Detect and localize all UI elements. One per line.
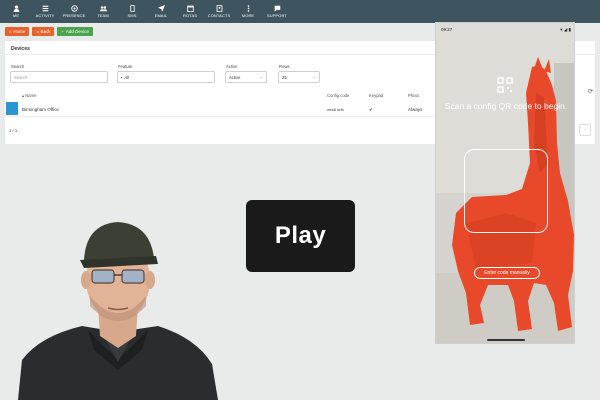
divider [5, 116, 435, 117]
nav-item-more[interactable]: MORE [234, 0, 262, 23]
nav-item-team[interactable]: TEAM [89, 0, 117, 23]
rows-label: Rows [279, 64, 290, 69]
chevron-down-icon: ⌄ [312, 74, 316, 79]
nav-label: ACTIVITY [35, 13, 55, 18]
nav-label: EMAIL [154, 13, 168, 18]
home-icon: ⌂ [9, 29, 12, 34]
back-arrow-icon: ◂ [36, 29, 39, 34]
top-navigation: ME ACTIVITY PRESENCE TEAM SMS EMAIL ROTA… [0, 0, 600, 23]
home-button[interactable]: ⌂ Home [5, 27, 30, 36]
active-select[interactable]: Active ⌄ [225, 71, 267, 83]
nav-item-me[interactable]: ME [2, 0, 30, 23]
filter-icon: ▪ [121, 74, 123, 80]
nav-item-sms[interactable]: SMS [118, 0, 146, 23]
toolbar: ⌂ Home ◂ Back + Add Device [5, 27, 93, 36]
more-icon [247, 5, 249, 12]
email-icon [157, 5, 165, 12]
add-device-button-label: Add Device [65, 29, 89, 34]
nav-label: PRESENCE [62, 13, 86, 18]
scan-frame [464, 149, 548, 233]
nav-item-presence[interactable]: PRESENCE [60, 0, 88, 23]
keypad-check-icon: ✔ [369, 107, 373, 112]
rows-select[interactable]: 25 ⌄ [278, 71, 320, 83]
nav-item-support[interactable]: SUPPORT [263, 0, 291, 23]
search-placeholder: Search [14, 74, 28, 80]
chevron-down-icon: ⌄ [259, 74, 263, 79]
qr-code-icon [497, 77, 513, 93]
webcam-presenter-image [18, 222, 218, 400]
column-header-config-code[interactable]: Config code [327, 93, 349, 98]
add-device-button[interactable]: + Add Device [57, 27, 93, 36]
presence-icon [70, 5, 78, 12]
user-icon [13, 5, 19, 12]
back-button-label: Back [40, 29, 51, 34]
search-label: Search [11, 64, 25, 69]
feature-label: Feature [118, 64, 133, 69]
nav-label: MORE [241, 13, 255, 18]
nav-label: SUPPORT [267, 13, 287, 18]
active-value: Active [229, 74, 241, 80]
enter-code-manually-button[interactable]: Enter code manually [474, 267, 540, 279]
search-input[interactable]: Search [10, 71, 108, 83]
nav-label: SMS [127, 13, 137, 18]
scan-instruction: Scan a config QR code to begin. [444, 101, 568, 111]
status-time: 09:27 [441, 27, 453, 32]
status-icons: ▾ ◢ ▮ [560, 27, 571, 32]
device-name[interactable]: Birmingham Office [22, 107, 59, 112]
column-header-keypad[interactable]: Keypad [369, 93, 383, 98]
refresh-icon[interactable]: ⟳ [588, 88, 593, 95]
nav-label: ME [12, 13, 20, 18]
nav-item-contacts[interactable]: CONTACTS [205, 0, 233, 23]
device-config-code: mrk8 kr4t [327, 107, 344, 112]
nav-label: ROTAS [183, 13, 197, 18]
rows-value: 25 [282, 74, 287, 80]
nav-item-rotas[interactable]: ROTAS [176, 0, 204, 23]
nav-label: CONTACTS [207, 13, 231, 18]
device-row-icon[interactable] [6, 102, 444, 130]
support-icon [274, 5, 280, 12]
sms-icon [129, 5, 135, 12]
active-label: Active [226, 64, 238, 69]
team-icon [99, 6, 107, 12]
rotas-icon [186, 5, 194, 12]
sort-icon: ▴ [22, 93, 25, 98]
nav-label: TEAM [97, 13, 109, 18]
status-bar: 09:27 ▾ ◢ ▮ [436, 23, 574, 37]
next-page-button[interactable]: › [579, 124, 591, 136]
phone-camera-view: 09:27 ▾ ◢ ▮ Scan a config QR code to beg… [435, 22, 575, 344]
nav-item-email[interactable]: EMAIL [147, 0, 175, 23]
nav-item-activity[interactable]: ACTIVITY [31, 0, 59, 23]
back-button[interactable]: ◂ Back [32, 27, 55, 36]
contacts-icon [216, 5, 222, 12]
home-button-label: Home [13, 29, 26, 34]
card-title: Devices [11, 46, 30, 52]
device-photo: Always [408, 107, 423, 112]
plus-icon: + [61, 29, 64, 34]
feature-value: All [124, 74, 130, 80]
column-header-name[interactable]: ▴ Name [22, 93, 36, 98]
home-indicator [487, 339, 525, 341]
feature-select[interactable]: ▪ All [117, 71, 215, 83]
activity-icon [42, 5, 48, 12]
pagination-info: 1 / 1 [9, 128, 18, 133]
play-button[interactable]: Play [246, 200, 355, 272]
column-header-photo[interactable]: Photo [408, 93, 419, 98]
